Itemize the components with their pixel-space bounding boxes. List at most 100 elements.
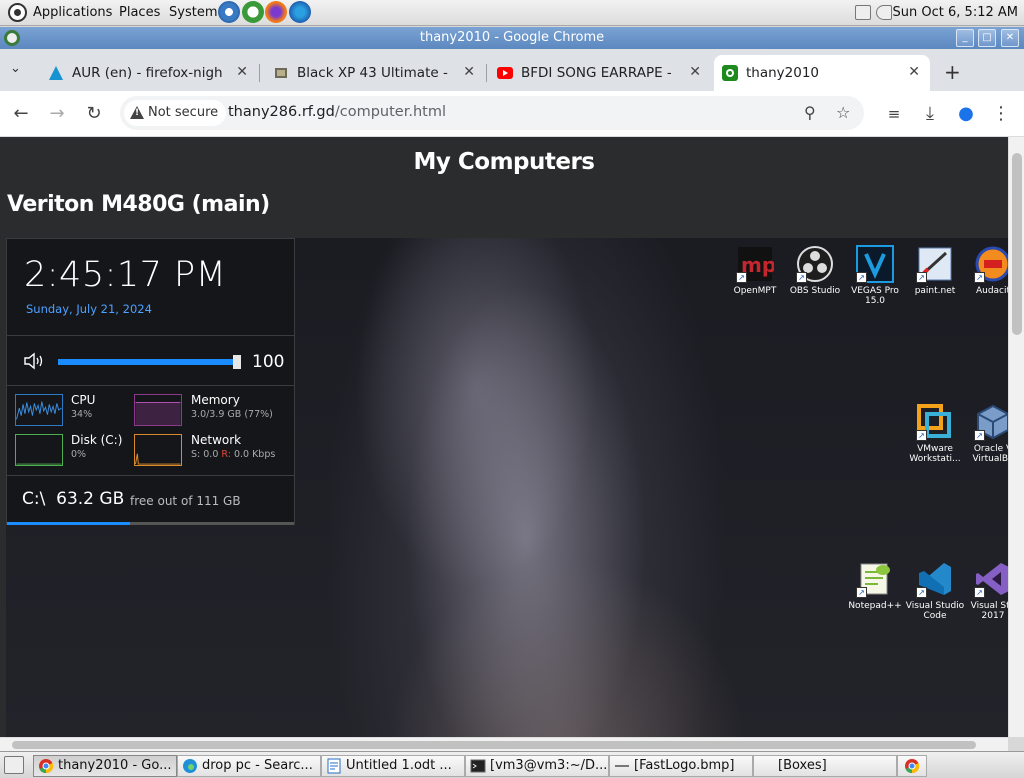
url-host: thany286.rf.gd — [228, 104, 335, 120]
volume-value: 100 — [252, 352, 285, 372]
shortcut-arrow-icon: ↗ — [916, 430, 927, 441]
minimize-icon[interactable]: _ — [956, 29, 974, 47]
menu-kebab-icon[interactable]: ⋮ — [990, 103, 1012, 125]
xp-icon — [275, 68, 287, 78]
desktop-icon-vmware: ↗ VMware Workstati... — [905, 403, 965, 464]
obs-icon: ↗ — [796, 245, 834, 283]
desktop-icon-label: Visual Stu 2017 — [970, 601, 1008, 621]
maximize-icon[interactable]: □ — [978, 29, 996, 47]
vertical-scrollbar[interactable] — [1008, 137, 1024, 737]
tab-title: AUR (en) - firefox-nightly — [72, 65, 222, 81]
writer-icon — [327, 758, 341, 774]
openmpt-icon: mp ↗ — [736, 245, 776, 283]
tab-black-xp[interactable]: Black XP 43 Ultimate - Cru ✕ — [265, 55, 485, 91]
youtube-icon — [497, 67, 513, 79]
applications-menu[interactable]: Applications — [33, 5, 112, 20]
image-icon — [615, 765, 629, 767]
notification-tray-icon[interactable] — [855, 5, 871, 20]
profile-avatar-icon[interactable]: ● — [955, 103, 977, 125]
tab-close-icon[interactable]: ✕ — [236, 64, 248, 80]
places-menu[interactable]: Places — [119, 5, 160, 20]
network-graph — [134, 434, 182, 466]
back-arrow-icon[interactable]: ← — [10, 103, 32, 125]
volume-slider-thumb — [233, 355, 241, 369]
tab-close-icon[interactable]: ✕ — [908, 64, 920, 80]
taskbar-item-writer[interactable]: Untitled 1.odt ... — [321, 755, 465, 777]
media-controls-icon[interactable]: ≡ — [883, 103, 905, 125]
system-menu[interactable]: System — [169, 5, 217, 20]
address-bar[interactable]: Not secure thany286.rf.gd/computer.html … — [120, 96, 864, 130]
tab-close-icon[interactable]: ✕ — [689, 64, 701, 80]
page-viewport[interactable]: My Computers Veriton M480G (main) 2:45:1… — [0, 137, 1008, 737]
security-chip[interactable]: Not secure — [124, 100, 227, 126]
taskbar-item-boxes[interactable]: [Boxes] — [753, 755, 897, 777]
cpu-graph — [15, 394, 63, 426]
divider — [7, 335, 294, 336]
tab-bfdi-song[interactable]: BFDI SONG EARRAPE - Yo ✕ — [489, 55, 711, 91]
network-recv-prefix: R: — [221, 449, 231, 460]
horizontal-scrollbar[interactable] — [0, 737, 1008, 751]
taskbar-item-image-viewer[interactable]: [FastLogo.bmp] — [609, 755, 753, 777]
aur-icon — [49, 66, 63, 80]
site-icon — [722, 65, 738, 81]
taskbar-item-label: [vm3@vm3:~/D... — [490, 758, 608, 773]
desktop-icon-label: Notepad++ — [848, 601, 902, 611]
taskbar-item-terminal[interactable]: [vm3@vm3:~/D... — [465, 755, 609, 777]
taskbar-item-label: drop pc - Searc... — [202, 758, 313, 773]
memory-graph — [134, 394, 182, 426]
top-panel: Applications Places System Sun Oct 6, 5:… — [0, 0, 1024, 26]
bookmark-star-icon[interactable]: ☆ — [836, 103, 850, 122]
tab-thany2010[interactable]: thany2010 ✕ — [714, 55, 930, 91]
shortcut-arrow-icon: ↗ — [856, 587, 867, 598]
reload-icon[interactable]: ↻ — [83, 103, 105, 125]
forward-arrow-icon[interactable]: → — [46, 103, 68, 125]
vscode-launcher-icon[interactable] — [218, 1, 240, 23]
download-icon[interactable]: ⤓ — [919, 103, 941, 125]
chrome-window-icon[interactable] — [4, 30, 20, 46]
tab-title: Black XP 43 Ultimate - Cru — [297, 65, 449, 81]
desktop-icon-label: OpenMPT — [733, 286, 777, 296]
zoom-magnifier-icon[interactable]: ⚲ — [804, 103, 816, 122]
desktop-icon-vscode: ↗ Visual Studio Code — [905, 560, 965, 621]
show-desktop-icon[interactable] — [4, 756, 24, 774]
window-title: thany2010 - Google Chrome — [419, 30, 605, 45]
tab-strip: ⌄ AUR (en) - firefox-nightly ✕ Black XP … — [0, 49, 1024, 91]
notepadpp-icon: ↗ — [856, 560, 894, 598]
disk-graph — [15, 434, 63, 466]
vertical-scrollbar-thumb[interactable] — [1012, 153, 1022, 335]
warning-triangle-icon — [130, 106, 144, 119]
vscode-icon: ↗ — [916, 560, 954, 598]
tab-separator — [259, 64, 260, 82]
firefox-launcher-icon[interactable] — [265, 1, 287, 23]
tab-title: thany2010 — [746, 65, 820, 81]
url-text[interactable]: thany286.rf.gd/computer.html — [228, 104, 446, 120]
chrome-launcher-icon[interactable] — [242, 1, 264, 23]
window-titlebar[interactable]: thany2010 - Google Chrome _ □ ✕ — [0, 27, 1024, 49]
tab-close-icon[interactable]: ✕ — [463, 64, 475, 80]
network-value: S: 0.0 R: 0.0 Kbps — [191, 449, 275, 460]
edge-dev-launcher-icon[interactable] — [289, 1, 311, 23]
network-label: Network — [191, 433, 242, 447]
drive-usage-track — [7, 522, 294, 525]
shortcut-arrow-icon: ↗ — [736, 272, 747, 283]
drive-summary: C:\ 63.2 GB — [22, 489, 124, 509]
close-icon[interactable]: ✕ — [1001, 29, 1019, 47]
tab-search-chevron-icon[interactable]: ⌄ — [10, 61, 21, 76]
url-path: /computer.html — [334, 104, 446, 120]
volume-slider-fill — [58, 359, 241, 365]
tab-aur[interactable]: AUR (en) - firefox-nightly ✕ — [40, 55, 258, 91]
new-tab-plus-icon[interactable]: + — [944, 60, 961, 84]
taskbar-item-chrome[interactable]: thany2010 - Go... — [33, 755, 177, 777]
distro-logo-icon[interactable] — [8, 3, 27, 22]
panel-clock[interactable]: Sun Oct 6, 5:12 AM — [893, 5, 1018, 20]
desktop-icon-label: OBS Studio — [789, 286, 841, 296]
horizontal-scrollbar-thumb[interactable] — [12, 741, 976, 749]
taskbar-item-label: [Boxes] — [778, 758, 827, 773]
speaker-icon[interactable] — [876, 5, 892, 20]
vmware-icon: ↗ — [916, 403, 954, 441]
shortcut-arrow-icon: ↗ — [974, 272, 985, 283]
taskbar-item-chrome-extra[interactable] — [897, 755, 927, 777]
tab-separator — [486, 64, 487, 82]
taskbar-item-edge[interactable]: drop pc - Searc... — [177, 755, 321, 777]
bottom-taskbar: thany2010 - Go... drop pc - Searc... Unt… — [0, 751, 1024, 778]
